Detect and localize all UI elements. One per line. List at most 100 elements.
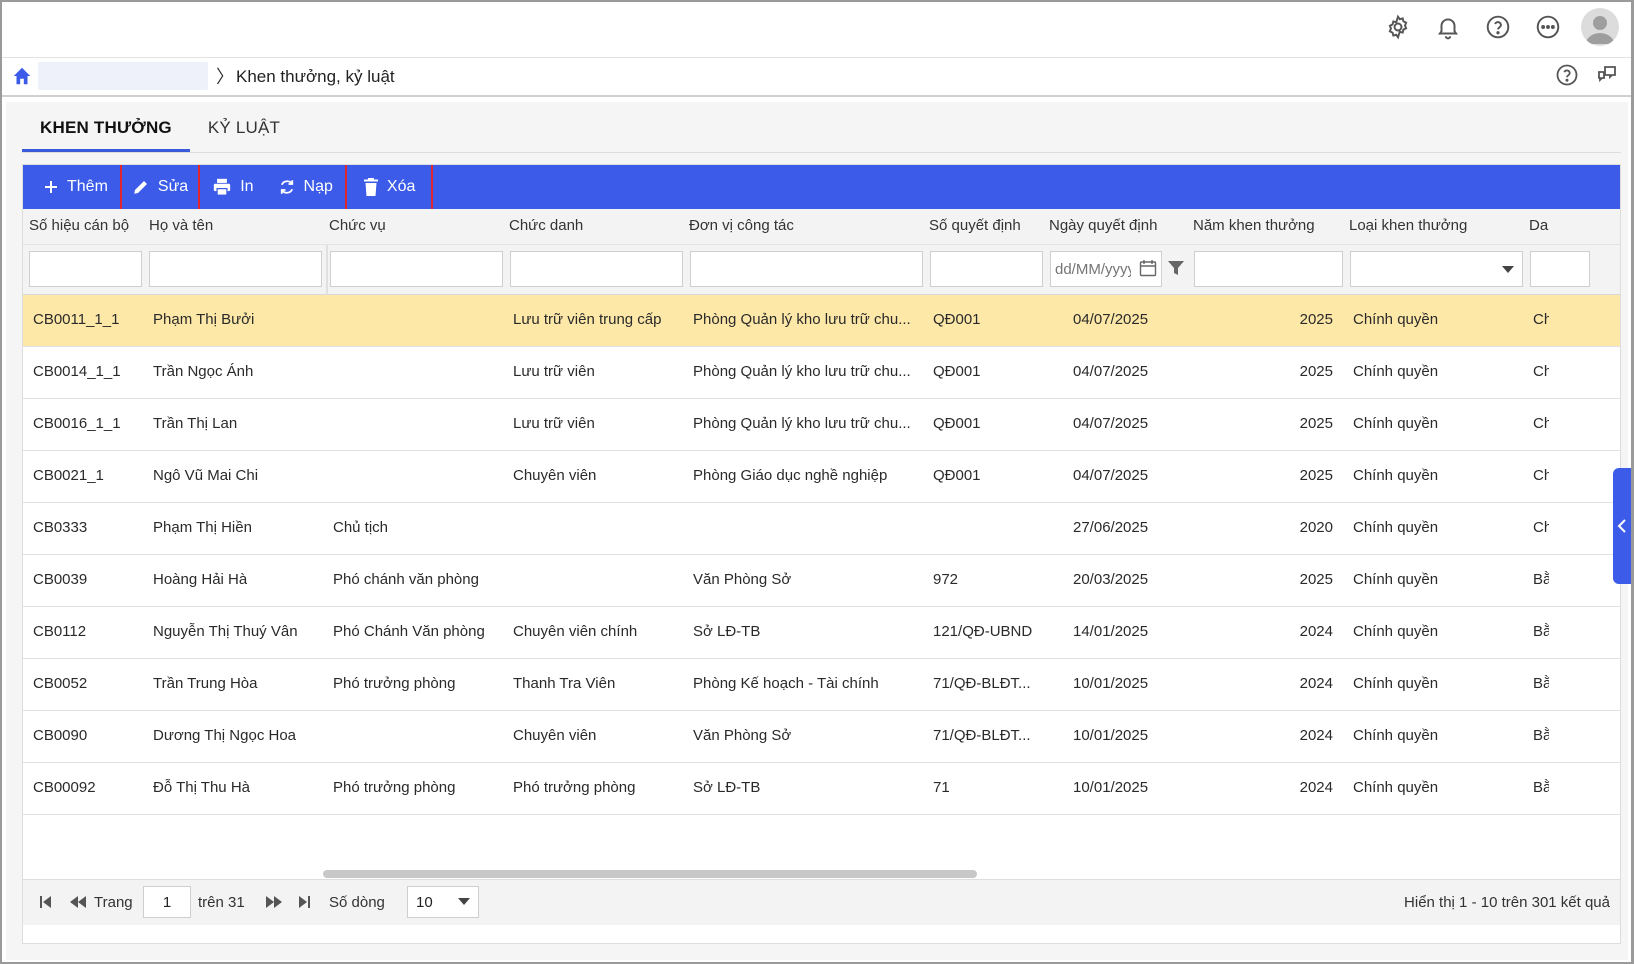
- filter-decision-no-input[interactable]: [930, 251, 1043, 287]
- cell-position: Phó trưởng phòng: [333, 675, 456, 692]
- cell-extra: Bằ: [1533, 623, 1549, 640]
- cell-unit: Sở LĐ-TB: [693, 623, 761, 640]
- chevron-left-icon: [1617, 519, 1626, 533]
- table-row[interactable]: CB0014_1_1 Trần Ngọc Ánh Lưu trữ viên Ph…: [23, 347, 1620, 399]
- table-row[interactable]: CB0016_1_1 Trần Thị Lan Lưu trữ viên Phò…: [23, 399, 1620, 451]
- cell-name: Nguyễn Thị Thuý Vân: [153, 623, 298, 640]
- table-row[interactable]: CB0011_1_1 Phạm Thị Bưởi Lưu trữ viên tr…: [23, 295, 1620, 347]
- help-icon[interactable]: [1481, 10, 1515, 44]
- settings-gear-icon[interactable]: [1381, 10, 1415, 44]
- page-help-icon[interactable]: [1555, 63, 1579, 91]
- filter-name-input[interactable]: [149, 251, 322, 287]
- cell-unit: Văn Phòng Sở: [693, 571, 792, 588]
- cell-code: CB0014_1_1: [33, 363, 121, 380]
- cell-extra: Bằ: [1533, 571, 1549, 588]
- filter-code-input[interactable]: [29, 251, 142, 287]
- filter-type-select[interactable]: [1350, 251, 1523, 287]
- filter-funnel-icon[interactable]: [1167, 259, 1185, 281]
- cell-extra: Ch: [1533, 363, 1549, 380]
- more-options-icon[interactable]: [1531, 10, 1565, 44]
- first-page-icon[interactable]: [39, 894, 53, 914]
- home-icon[interactable]: [11, 65, 35, 89]
- cell-name: Hoàng Hải Hà: [153, 571, 248, 588]
- notification-bell-icon[interactable]: [1431, 10, 1465, 44]
- breadcrumb-parent[interactable]: [38, 62, 208, 90]
- previous-page-icon[interactable]: [69, 894, 87, 914]
- breadcrumb: 〉 Khen thưởng, kỷ luật: [2, 59, 1631, 97]
- column-header-type[interactable]: Loại khen thưởng: [1349, 217, 1467, 234]
- cell-unit: Phòng Kế hoạch - Tài chính: [693, 675, 879, 692]
- column-header-extra[interactable]: Da: [1529, 217, 1548, 234]
- column-header-title[interactable]: Chức danh: [509, 217, 583, 234]
- column-header-decision-date[interactable]: Ngày quyết định: [1049, 217, 1157, 234]
- column-header-name[interactable]: Họ và tên: [149, 217, 213, 234]
- cell-type: Chính quyền: [1353, 571, 1439, 588]
- cell-decision-no: 972: [933, 571, 959, 588]
- cell-unit: Văn Phòng Sở: [693, 727, 792, 744]
- trash-icon: [363, 178, 378, 196]
- filter-extra-input[interactable]: [1530, 251, 1590, 287]
- edit-button[interactable]: Sửa: [119, 165, 201, 213]
- cell-decision-no: 71/QĐ-BLĐT...: [933, 675, 1031, 692]
- delete-button-label: Xóa: [386, 178, 416, 195]
- table-row[interactable]: CB0090 Dương Thị Ngọc Hoa Chuyên viên Vă…: [23, 711, 1620, 763]
- column-header-position[interactable]: Chức vụ: [329, 217, 386, 234]
- cell-decision-date: 04/07/2025: [1073, 363, 1149, 380]
- cell-decision-date: 04/07/2025: [1073, 415, 1149, 432]
- column-header-year[interactable]: Năm khen thưởng: [1193, 217, 1315, 234]
- delete-button[interactable]: Xóa: [344, 165, 434, 213]
- add-button[interactable]: Thêm: [31, 165, 120, 209]
- page-number-input[interactable]: 1: [143, 886, 191, 918]
- column-header-unit[interactable]: Đơn vị công tác: [689, 217, 794, 234]
- tab-ky-luat[interactable]: KỶ LUẬT: [190, 112, 298, 152]
- table-row[interactable]: CB0021_1 Ngô Vũ Mai Chi Chuyên viên Phòn…: [23, 451, 1620, 503]
- cell-decision-date: 20/03/2025: [1073, 571, 1149, 588]
- filter-title-input[interactable]: [510, 251, 683, 287]
- result-summary: Hiển thị 1 - 10 trên 301 kết quả: [1404, 894, 1610, 911]
- table-row[interactable]: CB0052 Trần Trung Hòa Phó trưởng phòng T…: [23, 659, 1620, 711]
- cell-title: Chuyên viên: [513, 467, 597, 484]
- print-button[interactable]: In: [200, 165, 265, 209]
- cell-unit: Sở LĐ-TB: [693, 779, 761, 796]
- tab-khen-thuong[interactable]: KHEN THƯỞNG: [22, 112, 190, 152]
- calendar-icon[interactable]: [1139, 259, 1157, 281]
- cell-name: Trần Trung Hòa: [153, 675, 258, 692]
- filter-unit-input[interactable]: [690, 251, 923, 287]
- reload-button[interactable]: Nạp: [266, 165, 345, 209]
- last-page-icon[interactable]: [297, 894, 311, 914]
- grid-header: Số hiệu cán bộ Họ và tên Chức vụ Chức da…: [23, 209, 1620, 245]
- table-row[interactable]: CB0112 Nguyễn Thị Thuý Vân Phó Chánh Văn…: [23, 607, 1620, 659]
- cell-type: Chính quyền: [1353, 363, 1439, 380]
- cell-title: Chuyên viên: [513, 727, 597, 744]
- cell-title: Lưu trữ viên: [513, 415, 595, 432]
- table-row[interactable]: CB00092 Đỗ Thị Thu Hà Phó trưởng phòng P…: [23, 763, 1620, 815]
- column-header-code[interactable]: Số hiệu cán bộ: [29, 217, 129, 234]
- feedback-chat-icon[interactable]: [1595, 63, 1619, 91]
- refresh-icon: [280, 180, 293, 194]
- next-page-icon[interactable]: [265, 894, 283, 914]
- table-row[interactable]: CB0039 Hoàng Hải Hà Phó chánh văn phòng …: [23, 555, 1620, 607]
- cell-extra: Ch: [1533, 311, 1549, 328]
- column-header-decision-no[interactable]: Số quyết định: [929, 217, 1021, 234]
- cell-year: 2024: [1299, 675, 1333, 692]
- edit-button-label: Sửa: [157, 178, 189, 195]
- reload-button-label: Nạp: [303, 178, 333, 195]
- cell-decision-no: QĐ001: [933, 311, 981, 328]
- cell-position: Phó Chánh Văn phòng: [333, 623, 485, 640]
- horizontal-scrollbar[interactable]: [323, 870, 977, 878]
- add-button-label: Thêm: [67, 178, 108, 195]
- user-avatar[interactable]: [1581, 8, 1619, 46]
- cell-decision-date: 04/07/2025: [1073, 311, 1149, 328]
- table-row[interactable]: CB0333 Phạm Thị Hiền Chủ tịch 27/06/2025…: [23, 503, 1620, 555]
- rows-per-page-select[interactable]: 10: [407, 886, 479, 918]
- cell-title: Chuyên viên chính: [513, 623, 638, 640]
- app-window: 〉 Khen thưởng, kỷ luật KHEN THƯỞNG KỶ LU…: [0, 0, 1634, 964]
- filter-position-input[interactable]: [330, 251, 503, 287]
- cell-year: 2025: [1299, 311, 1333, 328]
- filter-year-input[interactable]: [1194, 251, 1343, 287]
- side-panel-toggle[interactable]: [1613, 468, 1631, 584]
- cell-code: CB0333: [33, 519, 88, 536]
- cell-type: Chính quyền: [1353, 623, 1439, 640]
- cell-code: CB0090: [33, 727, 88, 744]
- cell-extra: Bằ: [1533, 779, 1549, 796]
